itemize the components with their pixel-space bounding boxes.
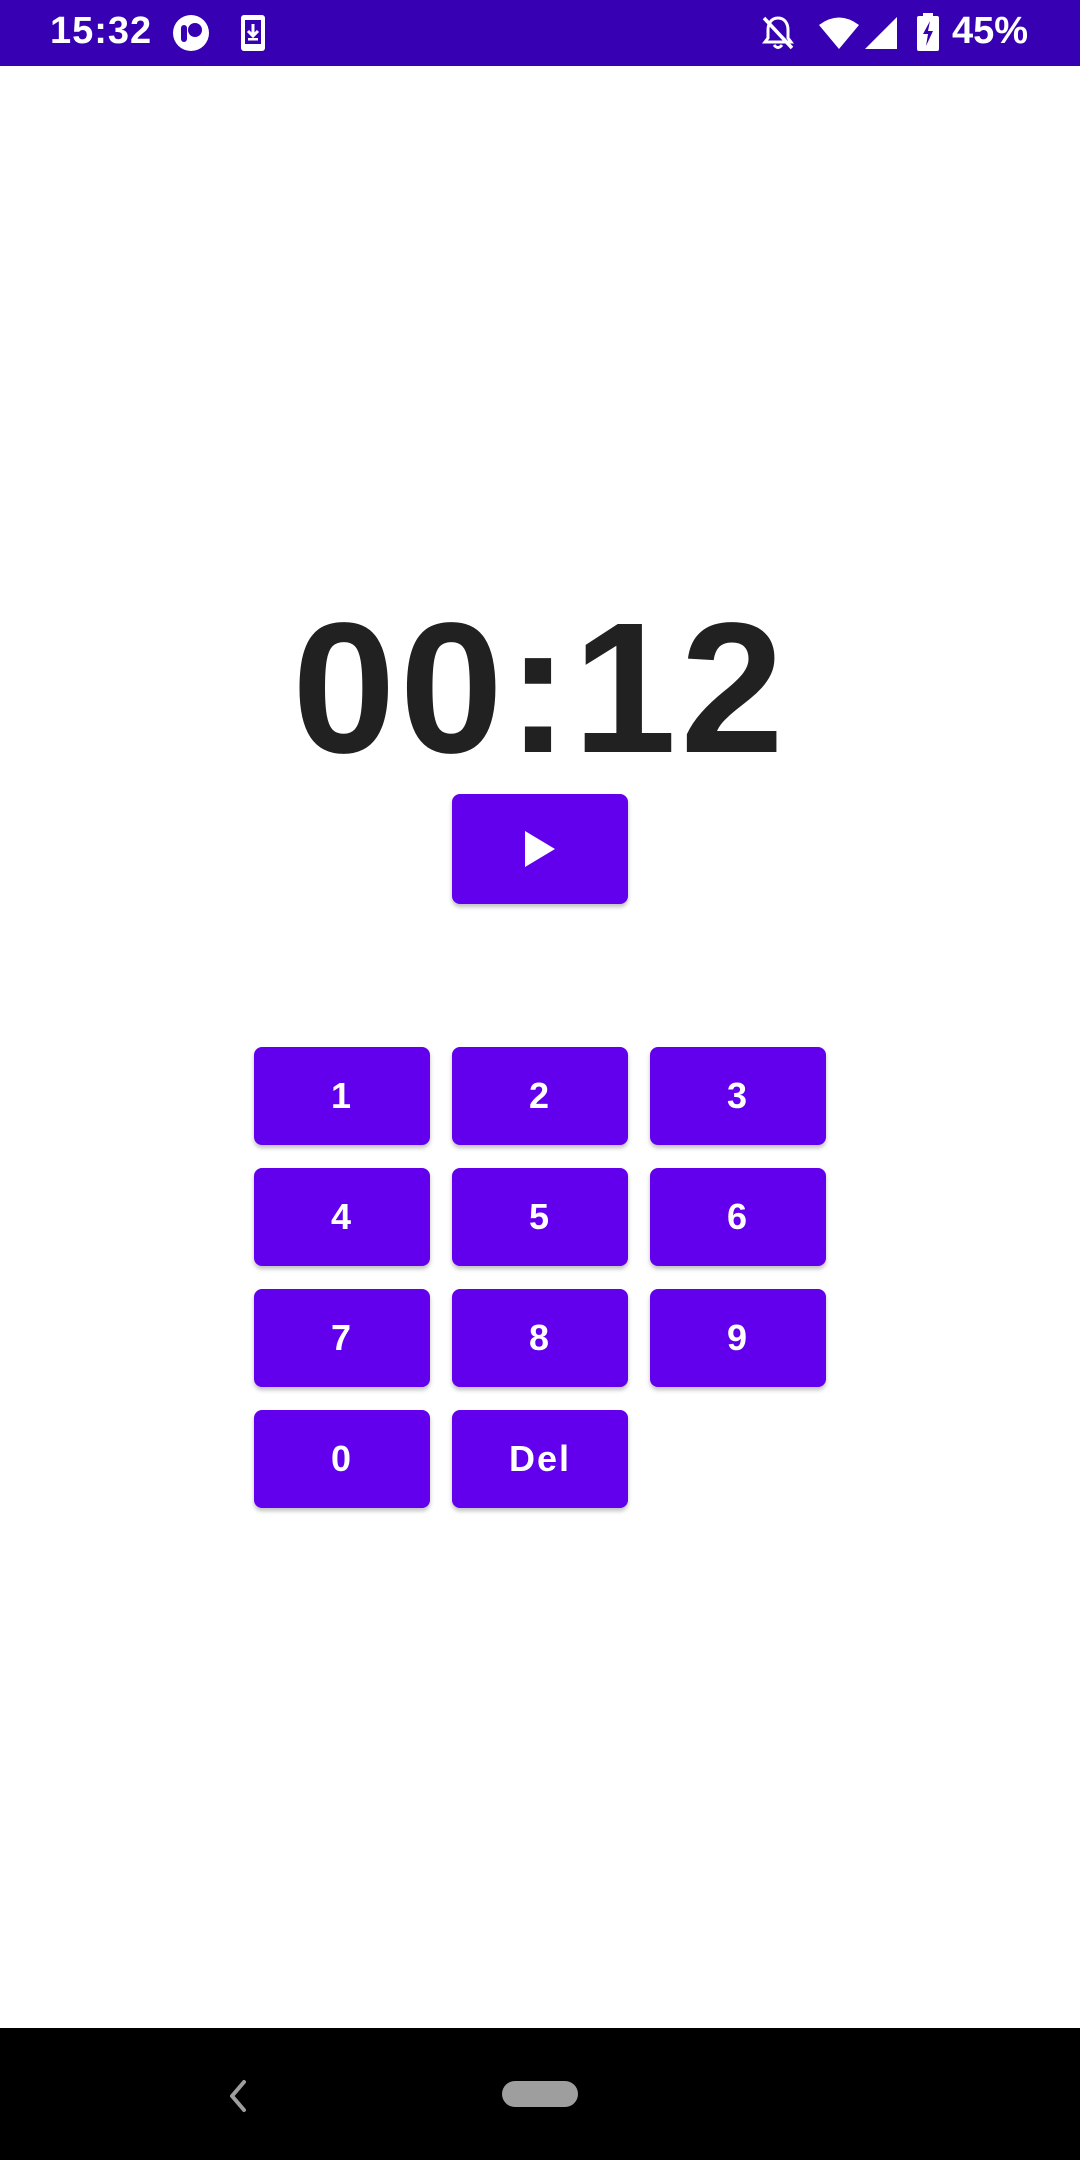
key-label: 6 bbox=[726, 1196, 750, 1237]
key-0[interactable]: 0 bbox=[254, 1410, 430, 1508]
play-icon bbox=[525, 831, 555, 867]
key-3[interactable]: 3 bbox=[650, 1047, 826, 1145]
key-4[interactable]: 4 bbox=[254, 1168, 430, 1266]
key-label: 5 bbox=[528, 1196, 552, 1237]
key-label: 0 bbox=[330, 1438, 354, 1479]
battery-percent: 45% bbox=[952, 10, 1029, 52]
timer-display: 00:12 bbox=[292, 585, 788, 792]
key-label: 3 bbox=[726, 1075, 750, 1116]
download-notification-icon bbox=[241, 15, 265, 51]
cellular-signal-icon bbox=[865, 17, 897, 49]
delete-button[interactable]: Del bbox=[452, 1410, 628, 1508]
status-bar: 15:32 45% bbox=[0, 0, 1080, 66]
key-label: 4 bbox=[330, 1196, 354, 1237]
key-6[interactable]: 6 bbox=[650, 1168, 826, 1266]
play-button[interactable] bbox=[452, 794, 628, 904]
key-label: 1 bbox=[330, 1075, 354, 1116]
key-1[interactable]: 1 bbox=[254, 1047, 430, 1145]
notifications-off-icon bbox=[762, 16, 794, 50]
key-label: 8 bbox=[528, 1317, 552, 1358]
key-label: Del bbox=[508, 1438, 572, 1479]
key-label: 7 bbox=[330, 1317, 354, 1358]
battery-charging-icon bbox=[917, 13, 939, 51]
key-label: 9 bbox=[726, 1317, 750, 1358]
back-icon[interactable] bbox=[224, 2078, 252, 2114]
key-8[interactable]: 8 bbox=[452, 1289, 628, 1387]
wifi-icon bbox=[819, 17, 859, 49]
app-notification-icon bbox=[173, 15, 209, 51]
key-7[interactable]: 7 bbox=[254, 1289, 430, 1387]
status-time: 15:32 bbox=[50, 10, 153, 52]
key-2[interactable]: 2 bbox=[452, 1047, 628, 1145]
key-9[interactable]: 9 bbox=[650, 1289, 826, 1387]
key-label: 2 bbox=[528, 1075, 552, 1116]
home-pill-icon[interactable] bbox=[502, 2081, 578, 2107]
key-5[interactable]: 5 bbox=[452, 1168, 628, 1266]
